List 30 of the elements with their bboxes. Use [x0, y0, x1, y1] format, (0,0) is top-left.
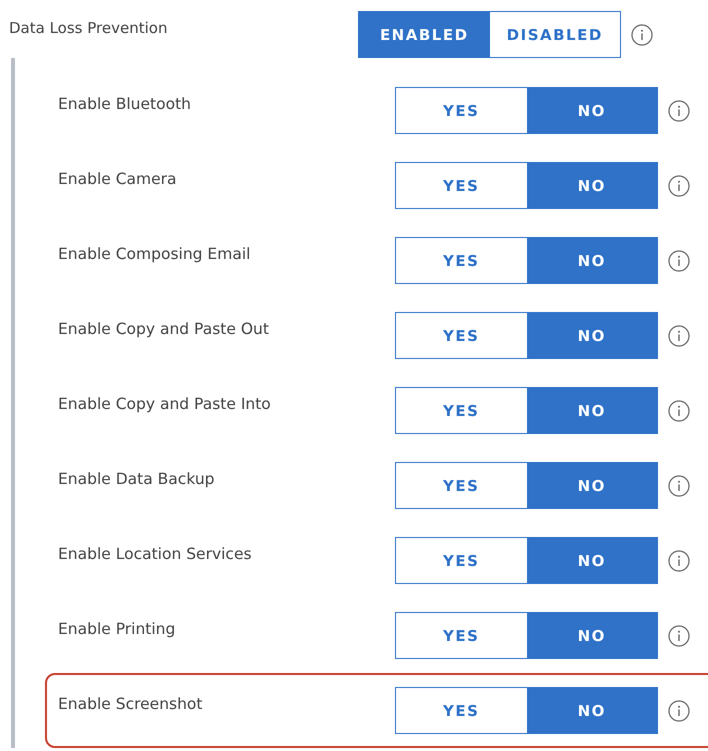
toggle-option[interactable]: NO: [526, 688, 657, 733]
info-icon[interactable]: [668, 624, 690, 646]
info-icon[interactable]: [668, 474, 690, 496]
toggle-option[interactable]: NO: [526, 163, 657, 208]
toggle-option[interactable]: NO: [526, 88, 657, 133]
setting-label: Enable Composing Email: [58, 244, 252, 263]
setting-label: Enable Copy and Paste Into: [58, 394, 272, 413]
toggle-option[interactable]: NO: [526, 613, 657, 658]
info-icon[interactable]: [668, 700, 690, 722]
setting-label: Enable Copy and Paste Out: [58, 319, 270, 338]
info-icon[interactable]: [668, 324, 690, 346]
setting-label: Enable Printing: [58, 619, 176, 638]
toggle-option[interactable]: NO: [526, 463, 657, 508]
setting-label: Enable Location Services: [58, 544, 253, 563]
toggle-option[interactable]: NO: [526, 388, 657, 433]
info-icon[interactable]: [631, 24, 653, 46]
setting-label: Enable Screenshot: [58, 694, 204, 713]
toggle-option[interactable]: ENABLED: [359, 12, 490, 57]
info-icon[interactable]: [668, 100, 690, 122]
toggle-option[interactable]: NO: [526, 238, 657, 283]
setting-label: Enable Camera: [58, 169, 178, 188]
info-icon[interactable]: [668, 174, 690, 196]
setting-label: Enable Data Backup: [58, 469, 216, 488]
setting-label: Enable Bluetooth: [58, 94, 192, 113]
toggle-option[interactable]: NO: [526, 313, 657, 358]
info-icon[interactable]: [668, 400, 690, 422]
info-icon[interactable]: [668, 250, 690, 272]
setting-label: Data Loss Prevention: [8, 18, 168, 37]
info-icon[interactable]: [668, 550, 690, 572]
toggle-option[interactable]: NO: [526, 538, 657, 583]
